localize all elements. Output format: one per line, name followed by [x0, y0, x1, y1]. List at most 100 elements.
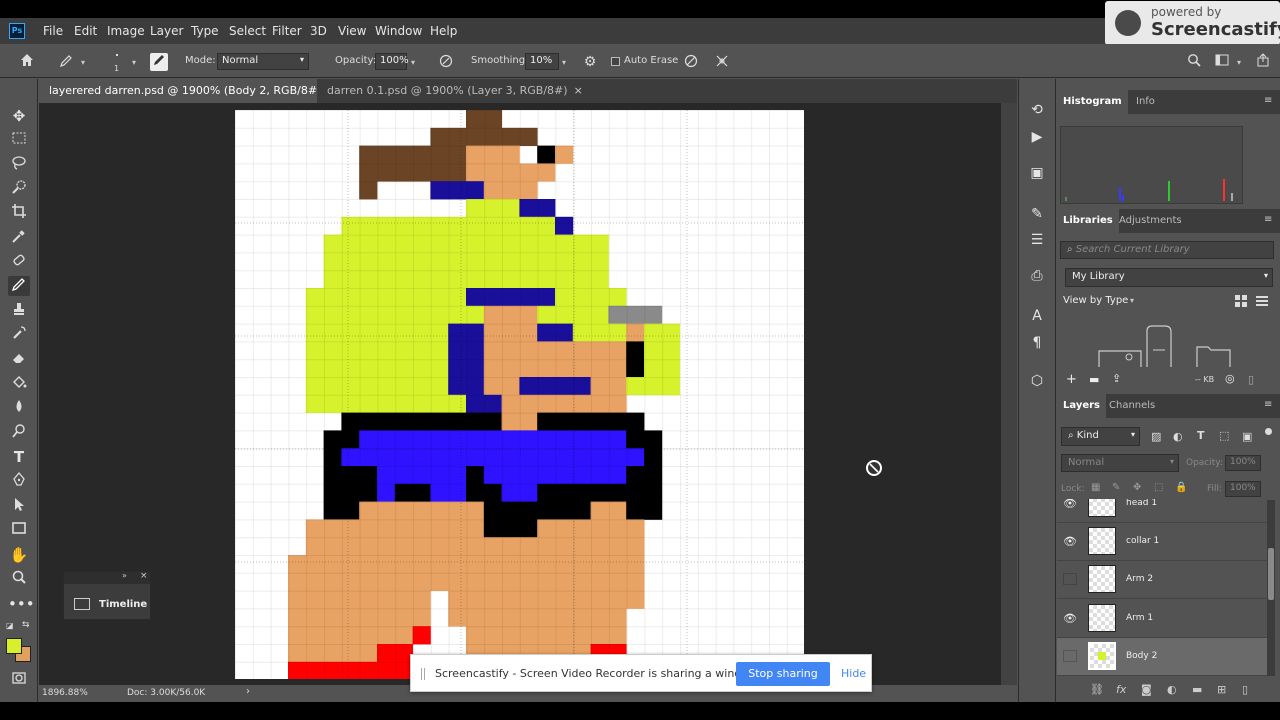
layer-kind-filter[interactable]: ⌕ Kind ▾ — [1061, 427, 1140, 446]
home-icon[interactable] — [17, 52, 37, 70]
tab-darren-0-1[interactable]: darren 0.1.psd @ 1900% (Layer 3, RGB/8#)… — [317, 79, 593, 103]
sync-icon[interactable]: ◎ — [1225, 372, 1235, 385]
3d-panel-icon[interactable]: ⬡ — [1026, 371, 1048, 391]
lock-pixels-icon[interactable]: ✎ — [1112, 482, 1120, 493]
quick-mask-icon[interactable] — [8, 670, 30, 690]
menu-filter[interactable]: Filter — [272, 24, 302, 38]
type-tool-icon[interactable]: T — [8, 447, 30, 467]
opacity-dropdown-icon[interactable]: ▾ — [411, 58, 415, 67]
rectangle-tool-icon[interactable] — [8, 520, 30, 540]
folder-icon[interactable]: ▬ — [1089, 373, 1099, 386]
layer-row[interactable]: 👁 Arm 1 — [1057, 600, 1267, 638]
photoshop-logo[interactable]: Ps — [9, 23, 25, 39]
pencil-tool-icon[interactable] — [8, 276, 30, 296]
tab-layerered-darren[interactable]: layerered darren.psd @ 1900% (Body 2, RG… — [39, 79, 356, 103]
menu-3d[interactable]: 3D — [310, 24, 327, 38]
close-icon[interactable]: × — [140, 571, 148, 581]
lock-position-icon[interactable]: ✥ — [1133, 482, 1141, 493]
layers-scroll-thumb[interactable] — [1268, 548, 1274, 600]
menu-image[interactable]: Image — [107, 24, 145, 38]
smoothing-dropdown-icon[interactable]: ▾ — [562, 58, 566, 67]
layer-name[interactable]: Body 2 — [1126, 651, 1157, 661]
search-icon[interactable] — [1185, 53, 1203, 71]
crop-tool-icon[interactable] — [8, 203, 30, 223]
zoom-level[interactable]: 1896.88% — [42, 688, 88, 698]
link-layers-icon[interactable]: ⛓ — [1090, 683, 1104, 696]
menu-window[interactable]: Window — [375, 24, 422, 38]
workspace-dropdown-icon[interactable]: ▾ — [1237, 58, 1241, 67]
actions-play-icon[interactable]: ▶ — [1026, 127, 1048, 147]
move-tool-icon[interactable]: ✥ — [8, 106, 30, 126]
layer-name[interactable]: Arm 2 — [1126, 574, 1153, 584]
chevron-right-icon[interactable]: › — [246, 686, 250, 697]
paragraph-panel-icon[interactable]: ¶ — [1026, 333, 1048, 353]
auto-erase-checkbox[interactable] — [611, 57, 620, 66]
upload-icon[interactable]: ⇪ — [1112, 372, 1121, 385]
filter-shape-icon[interactable]: ⬚ — [1219, 429, 1229, 442]
layer-opacity-field[interactable]: 100% — [1225, 455, 1261, 471]
eraser-tool-icon[interactable] — [8, 350, 30, 370]
properties-panel-icon[interactable]: ▣ — [1026, 163, 1048, 183]
filter-pixel-icon[interactable]: ▨ — [1151, 430, 1161, 443]
filter-adjustment-icon[interactable]: ◐ — [1173, 430, 1183, 443]
library-select[interactable]: My Library ▾ — [1065, 268, 1273, 287]
drag-handle-icon[interactable] — [421, 668, 425, 680]
path-selection-tool-icon[interactable] — [8, 496, 30, 516]
default-colors-icon[interactable]: ◪ — [6, 621, 14, 630]
hide-button[interactable]: Hide — [841, 667, 866, 680]
history-panel-icon[interactable]: ⟲ — [1026, 100, 1048, 120]
view-by-type[interactable]: View by Type — [1063, 295, 1128, 306]
timeline-panel[interactable]: » × Timeline — [63, 571, 151, 620]
delete-layer-icon[interactable]: ▯ — [1242, 683, 1248, 696]
pencil-preset-icon[interactable] — [56, 53, 76, 71]
menu-select[interactable]: Select — [229, 24, 266, 38]
clone-stamp-tool-icon[interactable] — [8, 301, 30, 321]
adjust-sliders-icon[interactable]: ☰ — [1026, 230, 1048, 250]
lock-artboard-icon[interactable]: ⬚ — [1154, 482, 1163, 493]
fill-field[interactable]: 100% — [1225, 481, 1261, 497]
brush-size-dropdown-icon[interactable]: ▾ — [132, 58, 136, 67]
swap-colors-icon[interactable]: ⇆ — [22, 620, 30, 630]
canvas-vertical-scrollbar[interactable] — [1001, 103, 1017, 685]
layer-name[interactable]: Arm 1 — [1126, 613, 1153, 623]
share-icon[interactable] — [1254, 53, 1272, 71]
tab-histogram[interactable]: Histogram — [1057, 90, 1128, 114]
filter-type-icon[interactable]: T — [1197, 429, 1205, 442]
tab-layers[interactable]: Layers — [1057, 394, 1106, 418]
new-group-icon[interactable]: ▬ — [1192, 683, 1202, 696]
dodge-tool-icon[interactable] — [8, 423, 30, 443]
layer-row[interactable]: Arm 2 — [1057, 561, 1267, 599]
clone-source-icon[interactable]: ⎙ — [1026, 266, 1048, 286]
timeline-panel-header[interactable]: » × — [64, 571, 150, 584]
foreground-color-swatch[interactable] — [6, 638, 22, 654]
eye-icon[interactable]: 👁 — [1063, 535, 1077, 548]
pressure-size-icon[interactable] — [682, 53, 700, 71]
lock-all-icon[interactable]: 🔒 — [1175, 482, 1187, 493]
eye-icon[interactable]: 👁 — [1063, 612, 1077, 625]
paint-bucket-tool-icon[interactable] — [8, 374, 30, 394]
opacity-field[interactable]: 100% — [375, 53, 409, 70]
blend-mode-select[interactable]: Normal ▾ — [1061, 454, 1179, 472]
filter-toggle-icon[interactable] — [1265, 428, 1272, 435]
menu-view[interactable]: View — [338, 24, 366, 38]
healing-brush-tool-icon[interactable] — [8, 252, 30, 272]
character-panel-icon[interactable]: A — [1026, 306, 1048, 326]
add-icon[interactable]: + — [1066, 372, 1077, 387]
chevron-down-icon[interactable]: ▾ — [1130, 296, 1134, 305]
layer-row-selected[interactable]: Body 2 — [1057, 638, 1267, 676]
eye-icon[interactable]: 👁 — [1063, 499, 1077, 510]
menu-layer[interactable]: Layer — [150, 24, 183, 38]
panel-menu-icon[interactable]: ≡ — [1264, 214, 1272, 225]
eyedropper-tool-icon[interactable] — [8, 228, 30, 248]
zoom-tool-icon[interactable] — [8, 569, 30, 589]
lock-transparent-icon[interactable]: ▦ — [1091, 482, 1100, 493]
brush-panel-toggle-icon[interactable] — [150, 53, 168, 71]
mode-select[interactable]: Normal ▾ — [217, 53, 309, 70]
tab-channels[interactable]: Channels — [1103, 394, 1161, 418]
menu-edit[interactable]: Edit — [74, 24, 97, 38]
close-icon[interactable]: × — [574, 84, 583, 97]
pressure-opacity-icon[interactable] — [437, 53, 455, 71]
layer-row[interactable]: 👁 collar 1 — [1057, 523, 1267, 561]
tab-info[interactable]: Info — [1130, 90, 1161, 114]
eye-hidden-icon[interactable] — [1063, 573, 1077, 585]
